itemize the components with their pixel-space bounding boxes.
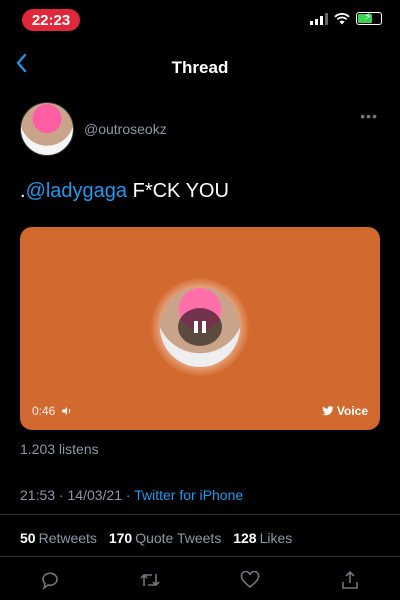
retweet-button[interactable] (136, 568, 164, 592)
wifi-icon (334, 12, 350, 24)
tweet-body: F*CK YOU (127, 180, 229, 202)
tweet-meta: 21:53 · 14/03/21 · Twitter for iPhone (20, 487, 243, 503)
tweet-time: 21:53 (20, 487, 56, 503)
charging-bolt-icon: ⚡ (364, 11, 372, 23)
likes-count: 128 (233, 530, 257, 546)
tweet-text: .@ladygaga F*CK YOU (20, 180, 229, 203)
voice-label: Voice (336, 404, 368, 418)
share-icon (342, 570, 358, 589)
voice-tweet-card[interactable]: 0:46 Voice (20, 227, 380, 430)
battery-icon: ⚡ (356, 11, 382, 25)
like-button[interactable] (236, 568, 264, 592)
retweets-label: Retweets (38, 530, 97, 546)
status-icons: ⚡ (310, 11, 382, 25)
top-nav: Thread (0, 48, 400, 88)
reply-icon (42, 572, 58, 590)
duration-text: 0:46 (32, 404, 56, 418)
more-options-icon[interactable]: ••• (360, 108, 378, 124)
page-title: Thread (171, 58, 229, 77)
quote-tweets-label: Quote Tweets (135, 530, 222, 546)
likes-label: Likes (259, 530, 293, 546)
quote-tweets-count: 170 (108, 530, 133, 546)
retweet-icon (140, 573, 160, 587)
twitter-bird-icon (322, 406, 334, 416)
likes-stat[interactable]: 128 Likes (233, 530, 292, 546)
tweet-author[interactable]: @outroseokz (20, 102, 167, 156)
divider (0, 556, 400, 557)
divider (0, 514, 400, 515)
retweets-stat[interactable]: 50 Retweets (20, 530, 97, 546)
meta-separator-2: · (122, 487, 135, 503)
voice-duration: 0:46 (32, 404, 73, 418)
voice-brand: Voice (322, 404, 368, 418)
listens-count: 1.203 listens (20, 441, 99, 457)
tweet-source-link[interactable]: Twitter for iPhone (134, 487, 243, 503)
quote-tweets-stat[interactable]: 170 Quote Tweets (109, 530, 222, 546)
engagement-stats: 50 Retweets 170 Quote Tweets 128 Likes (20, 530, 300, 546)
mention-link[interactable]: @ladygaga (26, 180, 127, 202)
heart-icon (240, 571, 260, 589)
status-time: 22:23 (22, 9, 80, 31)
action-bar (0, 568, 400, 596)
share-button[interactable] (336, 568, 364, 592)
speaker-icon[interactable] (61, 406, 73, 416)
status-bar: 22:23 ⚡ (0, 0, 400, 40)
meta-separator: · (55, 487, 68, 503)
tweet-date: 14/03/21 (67, 487, 123, 503)
cellular-signal-icon (310, 12, 328, 25)
avatar[interactable] (20, 102, 74, 156)
reply-button[interactable] (36, 568, 64, 592)
retweets-count: 50 (20, 530, 36, 546)
author-handle[interactable]: @outroseokz (84, 121, 167, 137)
pause-button[interactable] (178, 308, 222, 346)
